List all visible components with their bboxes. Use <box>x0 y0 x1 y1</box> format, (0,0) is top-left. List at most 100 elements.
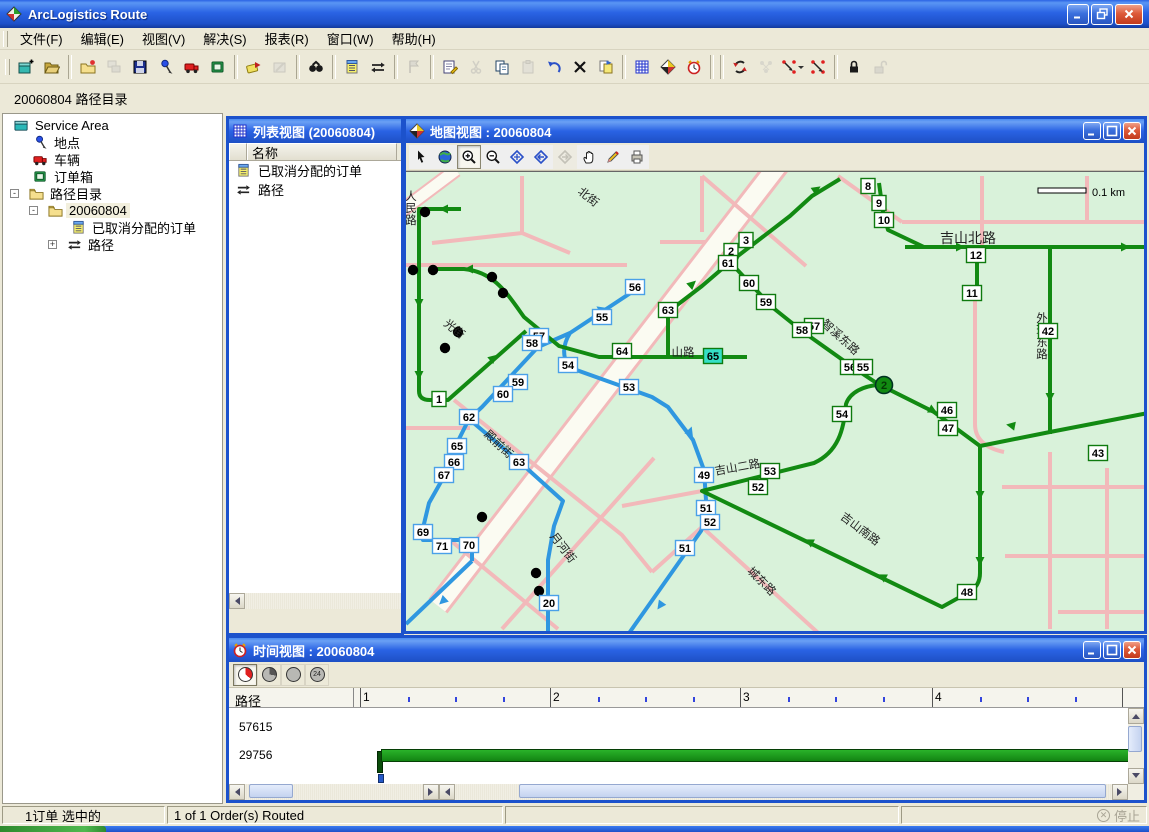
list-column-header[interactable]: 名称 <box>247 143 397 160</box>
globe-extent-button[interactable] <box>433 145 457 169</box>
restore-button[interactable] <box>1091 4 1113 25</box>
menu-solve[interactable]: 解决(S) <box>194 27 255 50</box>
map-stop-62[interactable]: 62 <box>460 410 479 425</box>
list-item-unassigned-orders[interactable]: 已取消分配的订单 <box>229 161 401 180</box>
map-stop-58[interactable]: 58 <box>523 336 542 351</box>
tree-item-vehicles[interactable]: 车辆 <box>3 151 222 168</box>
map-stop-58[interactable]: 58 <box>793 323 812 338</box>
menu-view[interactable]: 视图(V) <box>133 27 194 50</box>
order-box-button[interactable] <box>205 54 231 80</box>
open-project-button[interactable] <box>39 54 65 80</box>
map-stop-54[interactable]: 54 <box>559 358 578 373</box>
map-stop-51[interactable]: 51 <box>676 541 695 556</box>
locations-button[interactable] <box>153 54 179 80</box>
map-stop-3[interactable]: 3 <box>739 233 753 248</box>
select-pointer-button[interactable] <box>409 145 433 169</box>
map-stop-56[interactable]: 56 <box>626 280 645 295</box>
menu-window[interactable]: 窗口(W) <box>318 27 383 50</box>
tree-item-locations[interactable]: 地点 <box>3 134 222 151</box>
undo-button[interactable] <box>541 54 567 80</box>
build-routes-button[interactable] <box>727 54 753 80</box>
map-stop-69[interactable]: 69 <box>414 525 433 540</box>
list-item-routes[interactable]: 路径 <box>229 180 401 199</box>
new-project-button[interactable] <box>13 54 39 80</box>
clock-day-pie-button[interactable] <box>233 664 257 686</box>
map-stop-53[interactable]: 53 <box>620 380 639 395</box>
clock-24-button[interactable]: 24 <box>305 664 329 686</box>
list-row-selector-header[interactable] <box>229 143 247 160</box>
menu-help[interactable]: 帮助(H) <box>383 27 445 50</box>
map-stop-64[interactable]: 64 <box>613 344 632 359</box>
time-right-hscrollbar[interactable] <box>439 784 1128 800</box>
scroll-track[interactable] <box>455 784 1112 800</box>
stop-button[interactable]: ✕ 停止 <box>1097 806 1140 825</box>
map-stop-20[interactable]: 20 <box>540 596 559 611</box>
minimize-button[interactable] <box>1067 4 1089 25</box>
map-stop-61[interactable]: 61 <box>719 256 738 271</box>
tree-item-route-20060804[interactable]: -20060804 <box>3 202 222 219</box>
tree-expander-routes[interactable]: + <box>48 240 57 249</box>
scroll-track[interactable] <box>245 784 423 800</box>
save-button[interactable] <box>127 54 153 80</box>
map-stop-49[interactable]: 49 <box>695 468 714 483</box>
map-maximize-button[interactable] <box>1103 122 1121 140</box>
tree-item-service-area[interactable]: Service Area <box>3 117 222 134</box>
reassign-dropdown-caret[interactable] <box>798 66 804 72</box>
list-view-button[interactable] <box>629 54 655 80</box>
copy-button[interactable] <box>489 54 515 80</box>
map-stop-55[interactable]: 55 <box>854 360 873 375</box>
routes-button[interactable] <box>365 54 391 80</box>
map-stop-60[interactable]: 60 <box>740 276 759 291</box>
scroll-down-button[interactable] <box>1128 768 1144 784</box>
zoom-extent-button[interactable] <box>505 145 529 169</box>
find-button[interactable] <box>303 54 329 80</box>
map-close-button[interactable] <box>1123 122 1141 140</box>
time-close-button[interactable] <box>1123 641 1141 659</box>
map-stop-59[interactable]: 59 <box>757 295 776 310</box>
map-stop-9[interactable]: 9 <box>872 196 886 211</box>
map-stop-52[interactable]: 52 <box>749 480 768 495</box>
map-stop-54[interactable]: 54 <box>833 407 852 422</box>
tree-item-order-box[interactable]: 订单箱 <box>3 168 222 185</box>
map-stop-55[interactable]: 55 <box>593 310 612 325</box>
toolbar-grip[interactable] <box>5 59 10 75</box>
map-stop-42[interactable]: 42 <box>1039 324 1058 339</box>
lock-button[interactable] <box>841 54 867 80</box>
time-left-hscrollbar[interactable] <box>229 784 439 800</box>
new-folder-button[interactable] <box>75 54 101 80</box>
scroll-right-button[interactable] <box>1112 784 1128 800</box>
zoom-out-button[interactable] <box>481 145 505 169</box>
zoom-in-button[interactable] <box>457 145 481 169</box>
duplicate-button[interactable] <box>593 54 619 80</box>
scroll-thumb[interactable] <box>1128 726 1142 752</box>
map-stop-48[interactable]: 48 <box>958 585 977 600</box>
map-stop-51[interactable]: 51 <box>697 501 716 516</box>
map-stop-10[interactable]: 10 <box>875 213 894 228</box>
print-button[interactable] <box>625 145 649 169</box>
time-gantt-body[interactable]: 5761529756 <box>229 708 1128 784</box>
scroll-thumb[interactable] <box>519 784 1106 798</box>
scroll-thumb[interactable] <box>249 784 293 798</box>
close-button[interactable] <box>1115 4 1143 25</box>
map-depot-2[interactable]: 2 <box>876 377 893 394</box>
list-view-titlebar[interactable]: 列表视图 (20060804) <box>229 119 401 143</box>
time-view-button[interactable] <box>681 54 707 80</box>
map-view-button[interactable] <box>655 54 681 80</box>
menu-edit[interactable]: 编辑(E) <box>72 27 133 50</box>
scroll-left-button[interactable] <box>439 784 455 800</box>
map-stop-63[interactable]: 63 <box>659 303 678 318</box>
properties-button[interactable] <box>437 54 463 80</box>
time-minimize-button[interactable] <box>1083 641 1101 659</box>
pan-button[interactable] <box>577 145 601 169</box>
tree-expander-route-folder[interactable]: - <box>10 189 19 198</box>
time-vscrollbar[interactable] <box>1128 708 1144 784</box>
assign-orders-button[interactable] <box>241 54 267 80</box>
map-stop-65[interactable]: 65 <box>704 349 723 364</box>
map-canvas[interactable]: 北街人民路光街山路智溪东路吉山北路外环东路吉山二路吉山南路城东路月河街殿前街57… <box>406 171 1144 631</box>
vehicles-button[interactable] <box>179 54 205 80</box>
draw-button[interactable] <box>601 145 625 169</box>
scroll-up-button[interactable] <box>1128 708 1144 724</box>
menu-reports[interactable]: 报表(R) <box>256 27 318 50</box>
map-stop-47[interactable]: 47 <box>939 421 958 436</box>
reassign-button[interactable] <box>779 54 805 80</box>
